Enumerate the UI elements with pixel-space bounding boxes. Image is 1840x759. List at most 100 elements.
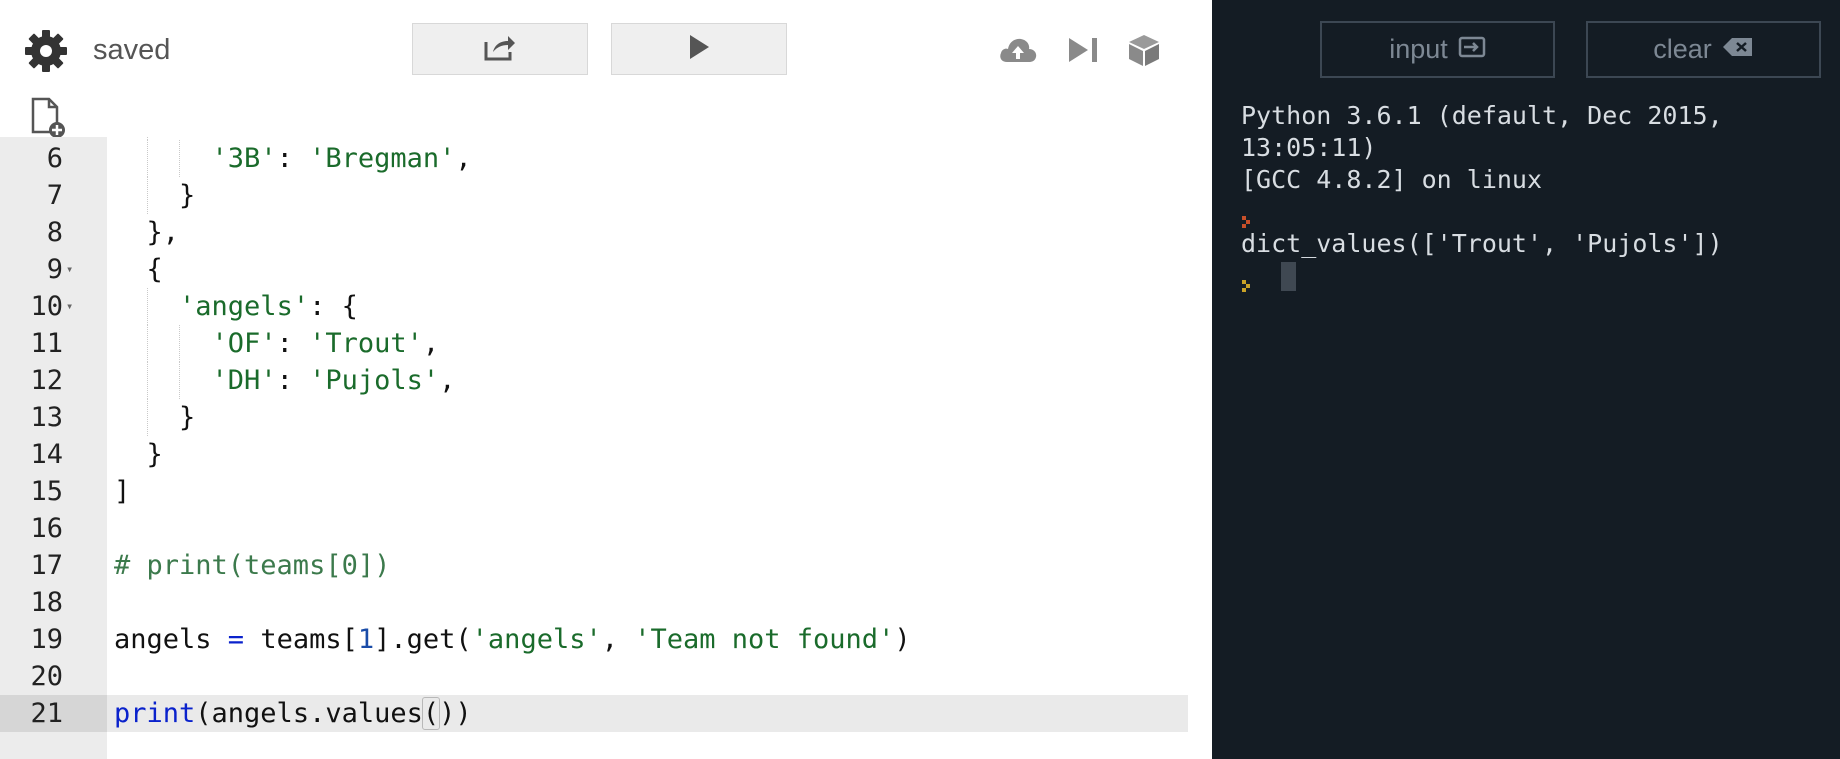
code-token: 'OF' [211, 328, 277, 359]
code-line[interactable]: 6 '3B': 'Bregman', [0, 140, 1188, 177]
code-text: print(angels.values()) [114, 695, 472, 732]
code-token: print [114, 698, 196, 729]
code-text: } [114, 177, 195, 214]
code-line[interactable]: 10 ▾ 'angels': { [0, 288, 1188, 325]
input-icon [1458, 34, 1486, 65]
code-token: teams[ [244, 624, 358, 655]
clear-button[interactable]: clear [1586, 21, 1821, 78]
toolbar: saved [0, 0, 1188, 100]
input-button-label: input [1389, 34, 1448, 64]
code-token: , [439, 365, 456, 396]
code-token: ) [894, 624, 911, 655]
code-text: } [114, 399, 195, 436]
save-status: saved [93, 34, 171, 66]
console-pane: input clear Python 3.6.1 (default, Dec 2… [1212, 0, 1840, 759]
code-text: angels = teams[1].get('angels', 'Team no… [114, 621, 911, 658]
line-number: 8 [46, 217, 63, 248]
code-token: 'Bregman' [309, 143, 456, 174]
code-token: , [455, 143, 472, 174]
code-token: } [114, 439, 163, 470]
code-token: '3B' [211, 143, 277, 174]
code-token: 'Trout' [309, 328, 423, 359]
input-button[interactable]: input [1320, 21, 1555, 78]
clear-button-label: clear [1653, 34, 1712, 64]
line-number: 18 [30, 587, 63, 618]
console-output-line: [GCC 4.8.2] on linux [1241, 165, 1543, 194]
code-token: : [276, 328, 310, 359]
code-token: , [422, 328, 440, 359]
new-file-icon[interactable] [28, 96, 68, 140]
console-prompt-line [1241, 196, 1831, 228]
code-token: (angels.values [195, 698, 423, 729]
code-token: = [227, 624, 245, 655]
box-icon[interactable] [1124, 30, 1164, 70]
code-line[interactable]: 9 ▾ { [0, 251, 1188, 288]
play-icon [688, 34, 710, 65]
code-token: 'angels' [471, 624, 602, 655]
line-number: 17 [30, 550, 63, 581]
code-token: : [276, 365, 310, 396]
code-token: } [114, 402, 196, 433]
code-token: 'angels' [179, 291, 310, 322]
share-button[interactable] [412, 23, 588, 75]
code-token: : [276, 143, 310, 174]
backspace-icon [1722, 34, 1754, 65]
console-output[interactable]: Python 3.6.1 (default, Dec 2015, 13:05:11… [1241, 100, 1831, 292]
code-text: } [114, 436, 163, 473]
code-line[interactable]: 18 [0, 584, 1188, 621]
code-line[interactable]: 8 }, [0, 214, 1188, 251]
code-line[interactable]: 21 print(angels.values()) [0, 695, 1188, 732]
editor-pane: saved 6 '3B': 'Bregman', 7} 8}, 9 ▾ {… [0, 0, 1188, 759]
line-number: 10 [30, 291, 63, 322]
fold-arrow-icon[interactable]: ▾ [66, 288, 73, 325]
code-line[interactable]: 14 } [0, 436, 1188, 473]
cloud-upload-icon[interactable] [998, 30, 1038, 70]
share-icon [483, 32, 517, 67]
code-line[interactable]: 16 [0, 510, 1188, 547]
code-token: { [114, 254, 163, 285]
code-line[interactable]: 7 } [0, 177, 1188, 214]
code-line[interactable]: 11 'OF': 'Trout', [0, 325, 1188, 362]
code-token: ] [114, 476, 131, 507]
code-token: 1 [357, 624, 375, 655]
gear-icon[interactable] [23, 28, 69, 74]
code-token: ( [421, 697, 441, 730]
line-number: 6 [46, 143, 63, 174]
line-number: 9 [46, 254, 63, 285]
fold-arrow-icon[interactable]: ▾ [66, 251, 73, 288]
code-token: 'Team not found' [634, 624, 895, 655]
line-number: 12 [30, 365, 63, 396]
code-text: 'angels': { [114, 288, 358, 325]
code-line[interactable]: 17 # print(teams[0]) [0, 547, 1188, 584]
code-line[interactable]: 19 angels = teams[1].get('angels', 'Team … [0, 621, 1188, 658]
line-number: 19 [30, 624, 63, 655]
code-token: } [114, 180, 196, 211]
code-text: # print(teams[0]) [114, 547, 390, 584]
code-token: ) [455, 698, 472, 729]
code-text: 'OF': 'Trout', [114, 325, 440, 362]
console-cursor[interactable] [1281, 262, 1296, 291]
code-line[interactable]: 12 'DH': 'Pujols', [0, 362, 1188, 399]
code-line[interactable]: 13 } [0, 399, 1188, 436]
console-output-line: 13:05:11) [1241, 133, 1377, 162]
line-number: 20 [30, 661, 63, 692]
code-lines: 5 'SS': 'Correa',6 '3B': 'Bregman',7 }8 … [0, 137, 1188, 732]
line-number: 15 [30, 476, 63, 507]
line-number: 16 [30, 513, 63, 544]
code-token: }, [114, 217, 180, 248]
code-editor[interactable]: 5 'SS': 'Correa',6 '3B': 'Bregman',7 }8 … [0, 137, 1188, 759]
code-line[interactable]: 15] [0, 473, 1188, 510]
code-text: }, [114, 214, 180, 251]
code-line[interactable]: 20 [0, 658, 1188, 695]
run-button[interactable] [611, 23, 787, 75]
line-number: 21 [0, 695, 107, 732]
code-token: # print(teams[0]) [114, 550, 391, 581]
prompt-chevron-icon [1241, 205, 1255, 228]
step-forward-icon[interactable] [1064, 30, 1104, 70]
line-number: 11 [30, 328, 63, 359]
code-token: , [601, 624, 635, 655]
